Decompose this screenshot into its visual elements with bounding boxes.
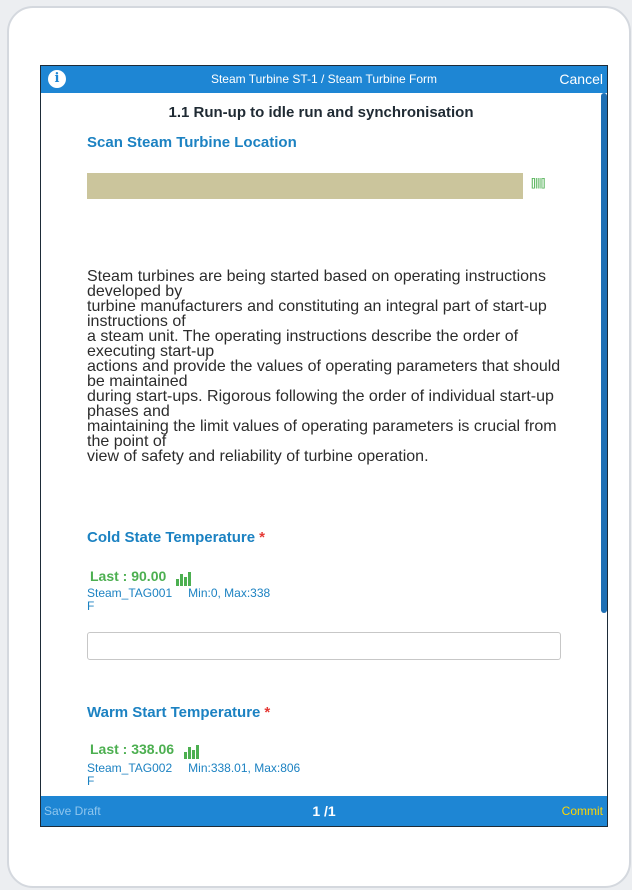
cold-state-temperature-input[interactable] — [87, 632, 561, 660]
cancel-button[interactable]: Cancel — [559, 66, 603, 93]
required-marker: * — [264, 704, 271, 721]
description-line: actions and provide the values of operat… — [87, 358, 561, 390]
warm-start-temperature-label: Warm Start Temperature * — [87, 704, 270, 721]
page-indicator: 1 /1 — [312, 803, 336, 819]
last-value: Last : 90.00 — [90, 568, 192, 586]
last-value-text: Last : 90.00 — [90, 568, 167, 584]
tag-info: Steam_TAG001 Min:0, Max:338 — [87, 587, 270, 599]
bottom-bar: Save Draft 1 /1 Commit — [41, 796, 607, 826]
tag-range: Min:0, Max:338 — [188, 586, 271, 600]
form-content[interactable]: 1.1 Run-up to idle run and synchronisati… — [41, 93, 607, 796]
tag-info: Steam_TAG002 Min:338.01, Max:806 — [87, 762, 300, 774]
field-label-text: Cold State Temperature — [87, 529, 256, 546]
scan-location-label: Scan Steam Turbine Location — [87, 134, 297, 151]
description-line: turbine manufacturers and constituting a… — [87, 298, 547, 330]
trend-chart-icon[interactable] — [176, 570, 192, 586]
scan-location-input[interactable] — [87, 173, 523, 199]
description-line: during start-ups. Rigorous following the… — [87, 388, 554, 420]
description-line: maintaining the limit values of operatin… — [87, 418, 557, 450]
tag-name: Steam_TAG002 — [87, 761, 173, 775]
barcode-scan-icon[interactable]: [|||||] — [531, 177, 545, 189]
last-value-text: Last : 338.06 — [90, 741, 175, 757]
unit-label: F — [87, 774, 95, 788]
description-text: Steam turbines are being started based o… — [87, 268, 577, 465]
section-title: 1.1 Run-up to idle run and synchronisati… — [168, 104, 474, 121]
top-bar: i Steam Turbine ST-1 / Steam Turbine For… — [41, 66, 607, 93]
tablet-frame: i Steam Turbine ST-1 / Steam Turbine For… — [7, 6, 631, 888]
scrollbar[interactable] — [601, 93, 607, 613]
field-label-text: Warm Start Temperature — [87, 704, 261, 721]
last-value: Last : 338.06 — [90, 741, 200, 759]
required-marker: * — [259, 529, 265, 546]
description-line: view of safety and reliability of turbin… — [87, 448, 429, 465]
tag-range: Min:338.01, Max:806 — [188, 761, 301, 775]
tag-name: Steam_TAG001 — [87, 586, 173, 600]
cold-state-temperature-label: Cold State Temperature * — [87, 529, 265, 546]
description-line: a steam unit. The operating instructions… — [87, 328, 519, 360]
commit-button[interactable]: Commit — [562, 796, 603, 826]
unit-label: F — [87, 599, 95, 613]
description-line: Steam turbines are being started based o… — [87, 268, 546, 300]
trend-chart-icon[interactable] — [183, 743, 200, 759]
form-title: Steam Turbine ST-1 / Steam Turbine Form — [210, 72, 438, 86]
form-screen: i Steam Turbine ST-1 / Steam Turbine For… — [40, 65, 608, 827]
